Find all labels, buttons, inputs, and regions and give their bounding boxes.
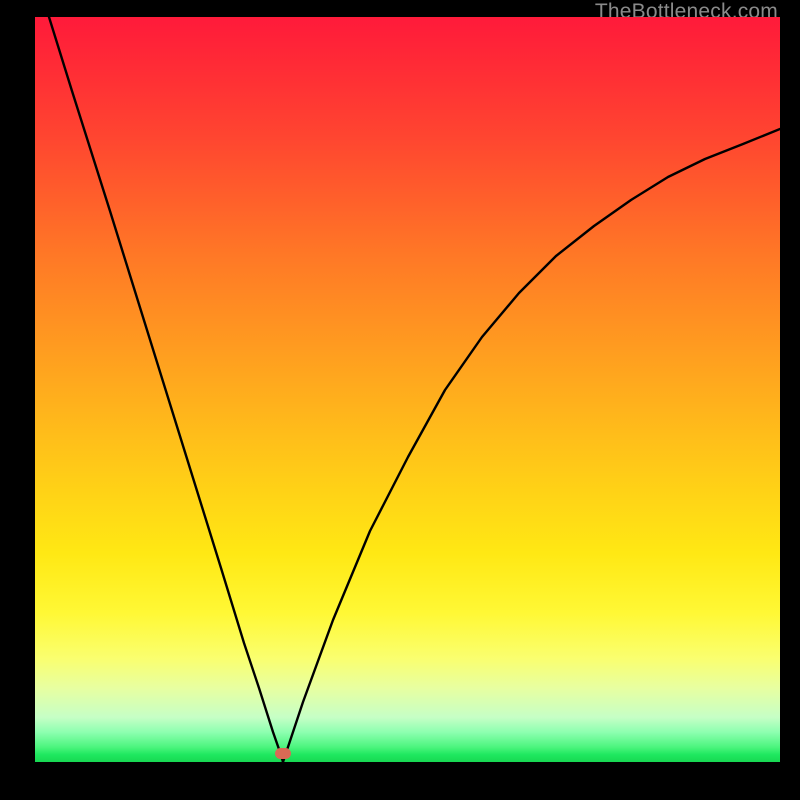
bottleneck-curve (35, 17, 780, 762)
curve-svg (35, 17, 780, 762)
plot-area (35, 17, 780, 762)
bottleneck-marker (275, 748, 291, 759)
chart-frame: TheBottleneck.com (0, 0, 800, 800)
